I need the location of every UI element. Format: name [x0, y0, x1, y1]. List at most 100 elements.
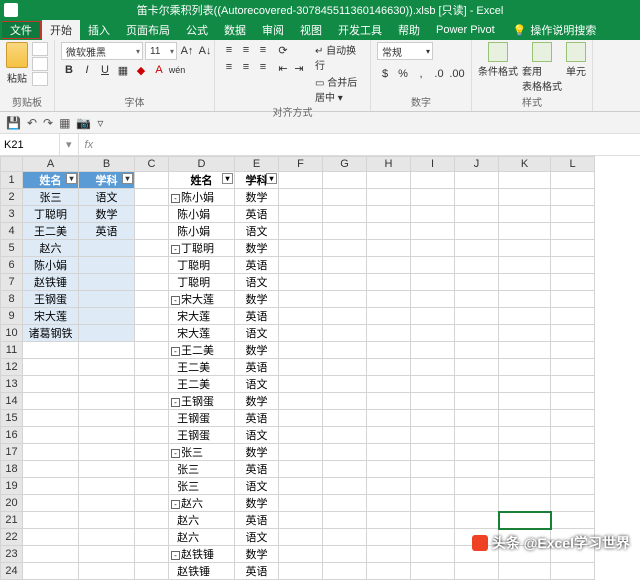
cell-H19[interactable] — [367, 478, 411, 495]
row-header-2[interactable]: 2 — [1, 189, 23, 206]
align-left-button[interactable]: ≡ — [221, 59, 237, 75]
row-header-13[interactable]: 13 — [1, 376, 23, 393]
cell-F16[interactable] — [279, 427, 323, 444]
cell-D9[interactable]: 宋大莲 — [169, 308, 235, 325]
conditional-format-button[interactable]: 条件格式 — [478, 42, 518, 78]
cell-K3[interactable] — [499, 206, 551, 223]
camera-icon[interactable]: 📷 — [76, 116, 91, 130]
cell-I13[interactable] — [411, 376, 455, 393]
cell-J18[interactable] — [455, 461, 499, 478]
cell-E9[interactable]: 英语 — [235, 308, 279, 325]
cell-G5[interactable] — [323, 240, 367, 257]
qat-more-icon[interactable]: ▿ — [97, 116, 103, 130]
cell-L21[interactable] — [551, 512, 595, 529]
cell-C4[interactable] — [135, 223, 169, 240]
row-header-20[interactable]: 20 — [1, 495, 23, 512]
cell-K13[interactable] — [499, 376, 551, 393]
col-header-J[interactable]: J — [455, 157, 499, 172]
cell-K9[interactable] — [499, 308, 551, 325]
cell-L13[interactable] — [551, 376, 595, 393]
cell-H8[interactable] — [367, 291, 411, 308]
align-top-button[interactable]: ≡ — [221, 42, 237, 58]
cell-F1[interactable] — [279, 172, 323, 189]
align-bottom-button[interactable]: ≡ — [255, 42, 271, 58]
cell-B13[interactable] — [79, 376, 135, 393]
cell-L18[interactable] — [551, 461, 595, 478]
cell-L6[interactable] — [551, 257, 595, 274]
cell-I4[interactable] — [411, 223, 455, 240]
cell-C24[interactable] — [135, 563, 169, 580]
cell-L15[interactable] — [551, 410, 595, 427]
cell-C18[interactable] — [135, 461, 169, 478]
cell-D13[interactable]: 王二美 — [169, 376, 235, 393]
row-header-5[interactable]: 5 — [1, 240, 23, 257]
cell-G8[interactable] — [323, 291, 367, 308]
tab-formula[interactable]: 公式 — [178, 20, 216, 40]
cell-D24[interactable]: 赵铁锤 — [169, 563, 235, 580]
wrap-text-button[interactable]: ↵ 自动换行 — [315, 42, 364, 72]
cell-I22[interactable] — [411, 529, 455, 546]
cell-D21[interactable]: 赵六 — [169, 512, 235, 529]
cell-J3[interactable] — [455, 206, 499, 223]
cell-K5[interactable] — [499, 240, 551, 257]
cell-F24[interactable] — [279, 563, 323, 580]
col-header-L[interactable]: L — [551, 157, 595, 172]
cell-C10[interactable] — [135, 325, 169, 342]
cell-I6[interactable] — [411, 257, 455, 274]
cell-E6[interactable]: 英语 — [235, 257, 279, 274]
cell-L3[interactable] — [551, 206, 595, 223]
cell-J13[interactable] — [455, 376, 499, 393]
cell-G1[interactable] — [323, 172, 367, 189]
cell-H3[interactable] — [367, 206, 411, 223]
cell-I18[interactable] — [411, 461, 455, 478]
save-icon[interactable]: 💾 — [6, 116, 21, 130]
cell-G21[interactable] — [323, 512, 367, 529]
cell-A17[interactable] — [23, 444, 79, 461]
cell-B10[interactable] — [79, 325, 135, 342]
cell-F8[interactable] — [279, 291, 323, 308]
collapse-icon[interactable]: - — [171, 449, 180, 458]
cell-J5[interactable] — [455, 240, 499, 257]
cell-I9[interactable] — [411, 308, 455, 325]
cell-C16[interactable] — [135, 427, 169, 444]
cell-L1[interactable] — [551, 172, 595, 189]
cell-C12[interactable] — [135, 359, 169, 376]
cell-L7[interactable] — [551, 274, 595, 291]
cell-B19[interactable] — [79, 478, 135, 495]
row-header-4[interactable]: 4 — [1, 223, 23, 240]
row-header-23[interactable]: 23 — [1, 546, 23, 563]
increase-decimal-button[interactable]: .0 — [431, 66, 447, 82]
cell-B3[interactable]: 数学 — [79, 206, 135, 223]
cell-C3[interactable] — [135, 206, 169, 223]
cell-K1[interactable] — [499, 172, 551, 189]
col-header-I[interactable]: I — [411, 157, 455, 172]
cell-A4[interactable]: 王二美 — [23, 223, 79, 240]
cell-L17[interactable] — [551, 444, 595, 461]
cell-B16[interactable] — [79, 427, 135, 444]
cell-I17[interactable] — [411, 444, 455, 461]
cell-E12[interactable]: 英语 — [235, 359, 279, 376]
cell-A8[interactable]: 王钢蛋 — [23, 291, 79, 308]
col-header-A[interactable]: A — [23, 157, 79, 172]
cell-C17[interactable] — [135, 444, 169, 461]
cell-H20[interactable] — [367, 495, 411, 512]
cell-F11[interactable] — [279, 342, 323, 359]
cell-L24[interactable] — [551, 563, 595, 580]
cell-B20[interactable] — [79, 495, 135, 512]
cell-J9[interactable] — [455, 308, 499, 325]
cell-A20[interactable] — [23, 495, 79, 512]
percent-button[interactable]: % — [395, 66, 411, 82]
row-header-7[interactable]: 7 — [1, 274, 23, 291]
cell-B14[interactable] — [79, 393, 135, 410]
cell-B15[interactable] — [79, 410, 135, 427]
col-header-D[interactable]: D — [169, 157, 235, 172]
cell-K11[interactable] — [499, 342, 551, 359]
cell-E3[interactable]: 英语 — [235, 206, 279, 223]
cell-D2[interactable]: -陈小娟 — [169, 189, 235, 206]
cell-L11[interactable] — [551, 342, 595, 359]
phonetic-button[interactable]: wén — [169, 62, 185, 78]
cell-C21[interactable] — [135, 512, 169, 529]
cell-K4[interactable] — [499, 223, 551, 240]
cell-I12[interactable] — [411, 359, 455, 376]
collapse-icon[interactable]: - — [171, 245, 180, 254]
